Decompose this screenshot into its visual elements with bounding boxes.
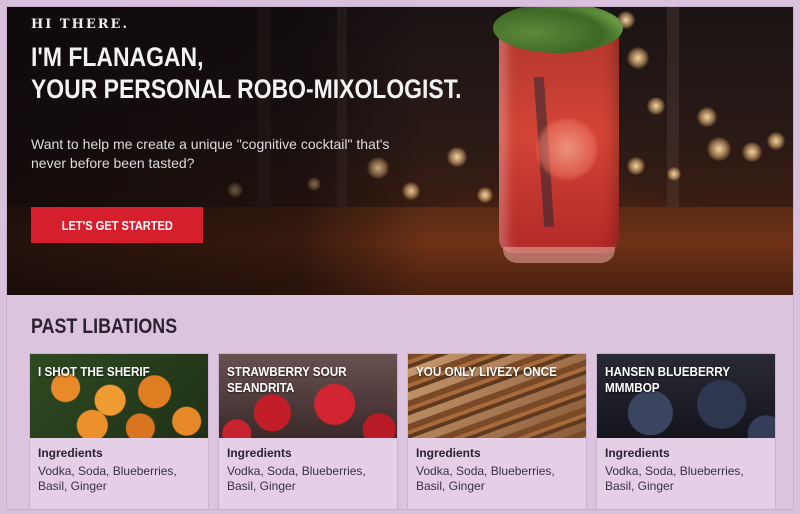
ingredients-text: Vodka, Soda, Blueberries, Basil, Ginger <box>38 464 177 493</box>
bokeh-light <box>767 132 785 150</box>
page-frame: HI THERE. I'M FLANAGAN, YOUR PERSONAL RO… <box>6 6 794 510</box>
bokeh-light <box>697 107 717 127</box>
hero-headline-line-1: I'M FLANAGAN, <box>31 42 204 72</box>
libation-card[interactable]: I SHOT THE SHERIF Ingredients Vodka, Sod… <box>29 353 209 509</box>
bokeh-light <box>707 137 731 161</box>
ingredients-label: Ingredients <box>38 446 103 460</box>
ingredients-text: Vodka, Soda, Blueberries, Basil, Ginger <box>416 464 555 493</box>
bokeh-light <box>647 97 665 115</box>
hero-eyebrow: HI THERE. <box>31 17 129 32</box>
ingredients-text: Vodka, Soda, Blueberries, Basil, Ginger <box>227 464 366 493</box>
libation-card-title: I SHOT THE SHERIF <box>38 364 150 379</box>
bokeh-light <box>627 47 649 69</box>
hero-headline: I'M FLANAGAN, YOUR PERSONAL ROBO-MIXOLOG… <box>31 41 462 105</box>
libation-card-title: STRAWBERRY SOUR SEANDRITA <box>227 364 347 395</box>
ingredients-label: Ingredients <box>227 446 292 460</box>
get-started-button-label: LET'S GET STARTED <box>61 217 173 233</box>
past-libations-list: I SHOT THE SHERIF Ingredients Vodka, Sod… <box>29 353 789 509</box>
hero-subtext: Want to help me create a unique "cogniti… <box>31 136 390 171</box>
mint-garnish <box>493 7 623 53</box>
get-started-button[interactable]: LET'S GET STARTED <box>31 207 203 243</box>
past-libations-title: PAST LIBATIONS <box>31 315 178 338</box>
ingredients-label: Ingredients <box>416 446 481 460</box>
libation-card-title: YOU ONLY LIVEZY ONCE <box>416 364 557 379</box>
ingredients-label: Ingredients <box>605 446 670 460</box>
libation-card[interactable]: STRAWBERRY SOUR SEANDRITA Ingredients Vo… <box>218 353 398 509</box>
ingredients-text: Vodka, Soda, Blueberries, Basil, Ginger <box>605 464 744 493</box>
bokeh-light <box>447 147 467 167</box>
hero-banner: HI THERE. I'M FLANAGAN, YOUR PERSONAL RO… <box>7 7 793 295</box>
libation-card[interactable]: HANSEN BLUEBERRY MMMBOP Ingredients Vodk… <box>596 353 776 509</box>
cocktail-glass-image <box>493 7 623 263</box>
glass-base <box>503 247 615 263</box>
fruit-slice <box>535 117 599 181</box>
libation-card-title: HANSEN BLUEBERRY MMMBOP <box>605 364 730 395</box>
bokeh-light <box>667 167 681 181</box>
hero-headline-line-2: YOUR PERSONAL ROBO-MIXOLOGIST. <box>31 74 462 104</box>
libation-card[interactable]: YOU ONLY LIVEZY ONCE Ingredients Vodka, … <box>407 353 587 509</box>
bokeh-light <box>477 187 493 203</box>
bokeh-light <box>627 157 645 175</box>
bokeh-light <box>742 142 762 162</box>
